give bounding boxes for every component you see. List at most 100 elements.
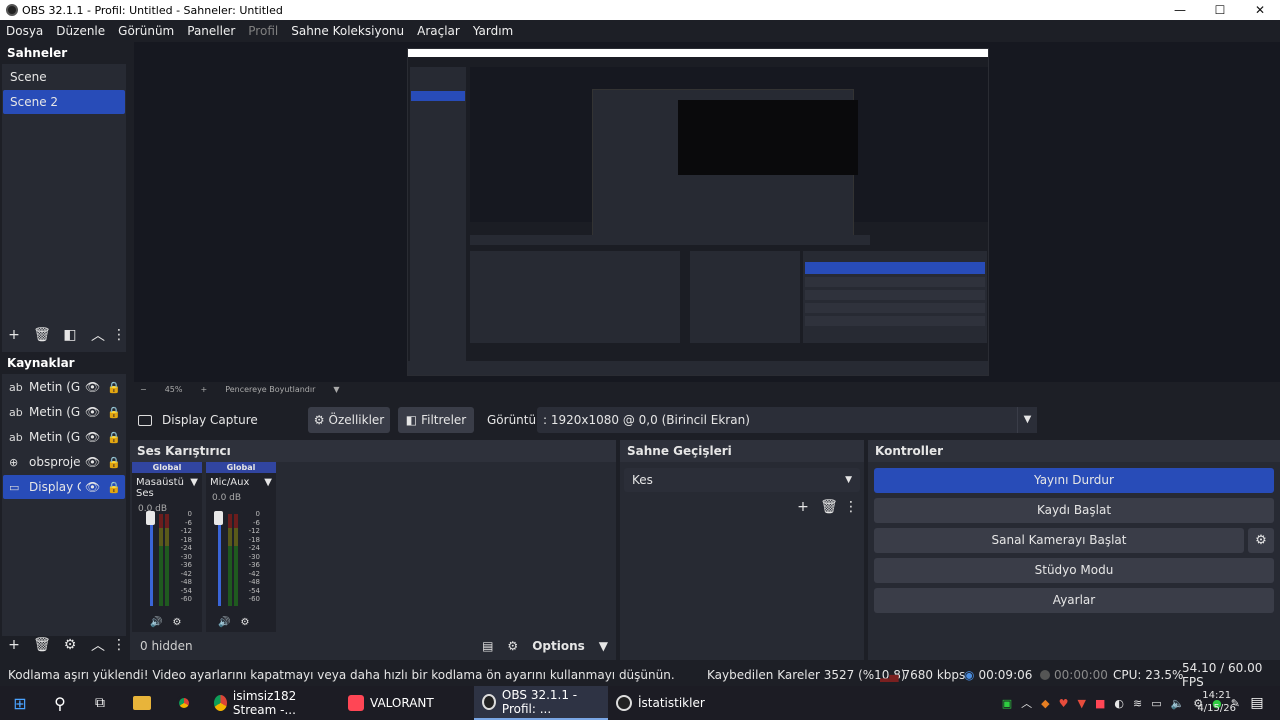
menu-sahne-koleksiyonu[interactable]: Sahne Koleksiyonu bbox=[291, 24, 404, 38]
browser-icon: ⊕ bbox=[9, 455, 19, 469]
move-source-up-button[interactable]: ︿ bbox=[84, 634, 112, 656]
scene-item-selected[interactable]: Scene 2 bbox=[3, 90, 125, 114]
chevron-down-icon[interactable]: ▼ bbox=[1017, 407, 1037, 433]
zoom-out-button[interactable]: − bbox=[140, 385, 147, 394]
taskbar-app-valorant[interactable]: VALORANT bbox=[340, 686, 472, 720]
speaker-icon[interactable]: 🔊 bbox=[218, 617, 230, 628]
encoder-warning: Kodlama aşırı yüklendi! Video ayarlarını… bbox=[8, 668, 675, 682]
visibility-eye-icon[interactable]: 👁 bbox=[85, 430, 100, 444]
lock-icon[interactable]: 🔒 bbox=[107, 456, 121, 469]
taskbar-app-stats[interactable]: İstatistikler bbox=[608, 686, 718, 720]
windows-start-icon[interactable]: ⊞ bbox=[0, 686, 40, 720]
chrome-icon[interactable] bbox=[164, 686, 204, 720]
gear-icon[interactable]: ⚙ bbox=[240, 617, 249, 628]
gear-icon[interactable]: ⚙ bbox=[172, 617, 181, 628]
menu-bar: Dosya Düzenle Görünüm Paneller Profil Sa… bbox=[0, 20, 1280, 41]
virtual-camera-settings-gear-icon[interactable]: ⚙ bbox=[1248, 528, 1274, 553]
volume-fader-track[interactable] bbox=[218, 514, 221, 606]
taskbar-app-obs[interactable]: OBS 32.1.1 - Profil: ... bbox=[474, 686, 608, 720]
studio-mode-button[interactable]: Stüdyo Modu bbox=[874, 558, 1274, 583]
source-item[interactable]: ⊕ obsprojec 👁 🔒 bbox=[3, 450, 125, 474]
hidden-count[interactable]: 0 hidden bbox=[140, 639, 193, 653]
task-view-icon[interactable]: ⧉ bbox=[82, 686, 118, 720]
source-item[interactable]: ab Metin (GD 👁 🔒 bbox=[3, 375, 125, 399]
app-tray-icon[interactable]: ♥ bbox=[1059, 697, 1069, 710]
system-clock[interactable]: 14:21 4/15/26 bbox=[1197, 689, 1236, 715]
layout-toggle-icon[interactable]: ▤ bbox=[482, 639, 493, 653]
menu-paneller[interactable]: Paneller bbox=[187, 24, 235, 38]
app-tray-icon[interactable]: ◐ bbox=[1114, 697, 1124, 710]
zoom-in-button[interactable]: + bbox=[200, 385, 207, 394]
menu-yardim[interactable]: Yardım bbox=[473, 24, 513, 38]
app-tray-icon[interactable]: ◆ bbox=[1041, 697, 1049, 710]
maximize-button[interactable]: ☐ bbox=[1200, 0, 1240, 20]
lock-icon[interactable]: 🔒 bbox=[107, 406, 121, 419]
remove-scene-button[interactable]: 🗑 bbox=[28, 324, 56, 346]
options-button[interactable]: Options bbox=[532, 639, 585, 653]
start-virtual-camera-button[interactable]: Sanal Kamerayı Başlat bbox=[874, 528, 1244, 553]
add-scene-button[interactable]: + bbox=[0, 324, 28, 346]
add-source-button[interactable]: + bbox=[0, 634, 28, 656]
visibility-eye-icon[interactable]: 👁 bbox=[85, 455, 100, 469]
more-options-icon[interactable]: ⋮ bbox=[112, 324, 126, 346]
nvidia-icon[interactable]: ▣ bbox=[1002, 697, 1012, 710]
battery-icon[interactable]: ▭ bbox=[1151, 697, 1161, 710]
preview-canvas[interactable] bbox=[407, 48, 989, 376]
volume-fader-track[interactable] bbox=[150, 514, 153, 606]
chevron-down-icon[interactable]: ▼ bbox=[264, 477, 272, 488]
lock-icon[interactable]: 🔒 bbox=[107, 481, 121, 494]
channel-name[interactable]: Masaüstü Ses ▼ bbox=[132, 477, 202, 499]
properties-button[interactable]: ⚙ Özellikler bbox=[308, 407, 390, 433]
source-item-selected[interactable]: ▭ Display Ca 👁 🔒 bbox=[3, 475, 125, 499]
chevron-down-icon[interactable]: ▼ bbox=[845, 468, 852, 492]
more-options-icon[interactable]: ⋮ bbox=[112, 634, 126, 656]
chevron-down-icon[interactable]: ▼ bbox=[190, 477, 198, 499]
lock-icon[interactable]: 🔒 bbox=[107, 431, 121, 444]
fit-mode-select[interactable]: Pencereye Boyutlandır bbox=[225, 385, 315, 394]
close-button[interactable]: ✕ bbox=[1240, 0, 1280, 20]
source-item[interactable]: ab Metin (GD 👁 🔒 bbox=[3, 425, 125, 449]
chevron-up-icon[interactable]: ︿ bbox=[1021, 695, 1032, 711]
volume-fader-handle[interactable] bbox=[146, 511, 155, 525]
valorant-tray-icon[interactable]: ■ bbox=[1095, 697, 1105, 710]
search-icon[interactable]: ⚲ bbox=[42, 686, 78, 720]
menu-araclar[interactable]: Araçlar bbox=[417, 24, 460, 38]
menu-dosya[interactable]: Dosya bbox=[6, 24, 43, 38]
channel-name[interactable]: Mic/Aux ▼ bbox=[206, 477, 276, 488]
wifi-icon[interactable]: ≋ bbox=[1133, 697, 1142, 710]
more-options-icon[interactable]: ⋮ bbox=[844, 496, 858, 518]
add-transition-button[interactable]: + bbox=[792, 496, 814, 518]
lock-icon[interactable]: 🔒 bbox=[107, 381, 121, 394]
transition-select[interactable]: Kes ▼ bbox=[624, 468, 860, 492]
volume-icon[interactable]: 🔈 bbox=[1171, 697, 1185, 710]
visibility-eye-icon[interactable]: 👁 bbox=[85, 480, 100, 494]
scene-item[interactable]: Scene bbox=[3, 65, 125, 89]
app-tray-icon[interactable]: ▼ bbox=[1077, 697, 1085, 710]
notification-icon[interactable]: ▤ bbox=[1240, 686, 1274, 720]
chevron-down-icon[interactable]: ▼ bbox=[333, 385, 339, 394]
scene-filters-button[interactable]: ◧ bbox=[56, 324, 84, 346]
settings-button[interactable]: Ayarlar bbox=[874, 588, 1274, 613]
speaker-icon[interactable]: 🔊 bbox=[150, 617, 162, 628]
taskbar-app-stream[interactable]: isimsiz182 Stream -... bbox=[206, 686, 338, 720]
start-record-button[interactable]: Kaydı Başlat bbox=[874, 498, 1274, 523]
chevron-down-icon[interactable]: ▼ bbox=[599, 639, 608, 653]
move-scene-up-button[interactable]: ︿ bbox=[84, 324, 112, 346]
zoom-level: 45% bbox=[164, 384, 183, 394]
stop-stream-button[interactable]: Yayını Durdur bbox=[874, 468, 1274, 493]
menu-duzenle[interactable]: Düzenle bbox=[56, 24, 105, 38]
menu-gorunum[interactable]: Görünüm bbox=[118, 24, 174, 38]
menu-profil[interactable]: Profil bbox=[248, 24, 278, 38]
remove-transition-button[interactable]: 🗑 bbox=[818, 496, 840, 518]
source-item[interactable]: ab Metin (GD 👁 🔒 bbox=[3, 400, 125, 424]
minimize-button[interactable]: — bbox=[1160, 0, 1200, 20]
advanced-audio-gear-icon[interactable]: ⚙ bbox=[507, 639, 518, 653]
remove-source-button[interactable]: 🗑 bbox=[28, 634, 56, 656]
volume-fader-handle[interactable] bbox=[214, 511, 223, 525]
visibility-eye-icon[interactable]: 👁 bbox=[85, 405, 100, 419]
filters-button[interactable]: ◧ Filtreler bbox=[398, 407, 474, 433]
display-select[interactable]: : 1920x1080 @ 0,0 (Birincil Ekran) ▼ bbox=[537, 407, 1037, 433]
visibility-eye-icon[interactable]: 👁 bbox=[85, 380, 100, 394]
source-properties-gear-icon[interactable]: ⚙ bbox=[56, 634, 84, 656]
file-explorer-icon[interactable] bbox=[122, 686, 162, 720]
